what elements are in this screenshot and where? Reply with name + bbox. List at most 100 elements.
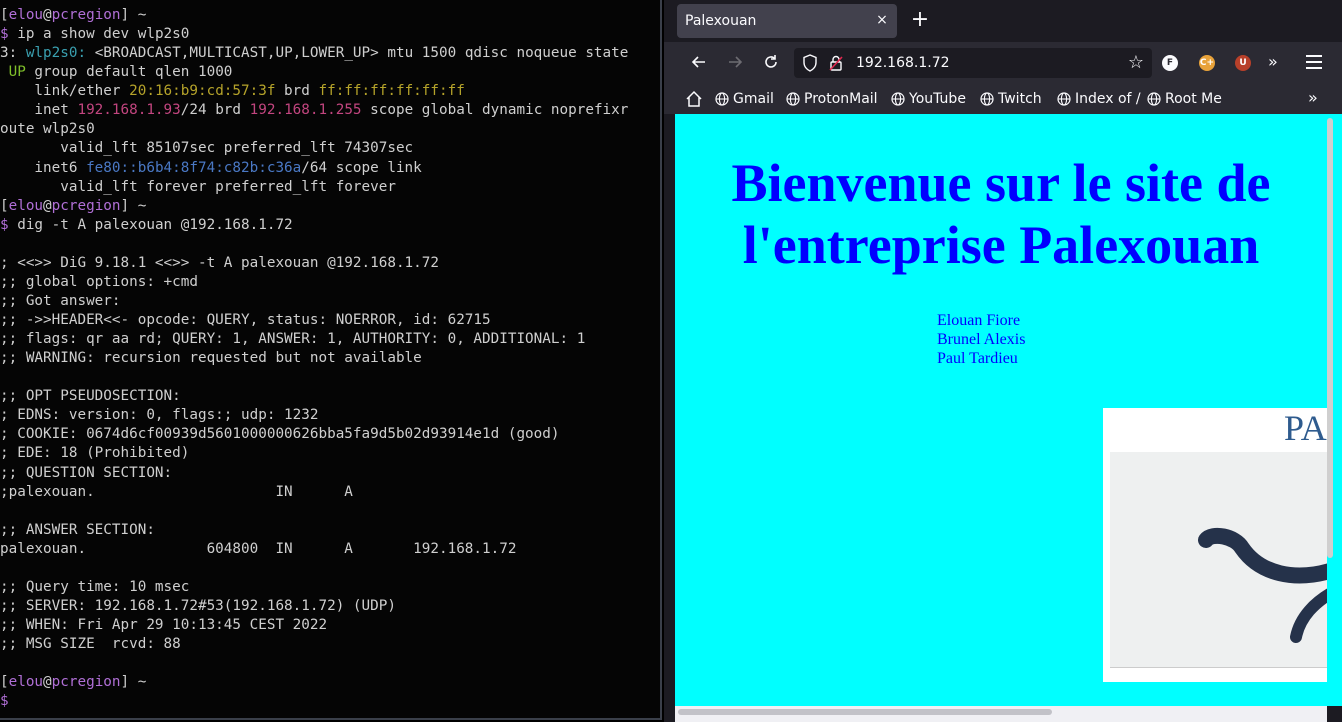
reload-icon — [765, 55, 777, 68]
terminal-text: ff:ff:ff:ff:ff:ff — [318, 83, 465, 100]
terminal-line: valid_lft 85107sec preferred_lft 74307se… — [0, 139, 660, 158]
terminal-text: ; EDE: 18 (Prohibited) — [0, 445, 190, 462]
terminal-line: $ ip a show dev wlp2s0 — [0, 25, 660, 44]
terminal-text: ;; WARNING: recursion requested but not … — [0, 350, 422, 367]
terminal-line: ;; OPT PSEUDOSECTION: — [0, 387, 660, 406]
extension-f-icon[interactable]: F — [1162, 55, 1178, 71]
logo-swoosh-icon — [1198, 527, 1327, 643]
terminal-line: ;; QUESTION SECTION: — [0, 464, 660, 483]
lock-icon[interactable] — [828, 54, 844, 72]
forward-arrow-icon — [729, 56, 743, 68]
logo-image — [1110, 452, 1327, 668]
reload-button[interactable] — [759, 50, 783, 74]
extension-c-icon[interactable]: C+ — [1199, 55, 1215, 71]
bookmark-item[interactable]: Twitch — [980, 90, 1042, 108]
terminal-text: ;; Query time: 10 msec — [0, 578, 190, 595]
overflow-chevron-icon[interactable]: » — [1268, 50, 1278, 74]
bookmark-item[interactable]: Gmail — [715, 90, 774, 108]
terminal-text: elou — [8, 7, 44, 23]
terminal-text: ;; global options: +cmd — [0, 273, 198, 290]
terminal-text: ] ~ — [120, 7, 147, 23]
terminal-text: ;; flags: qr aa rd; QUERY: 1, ANSWER: 1,… — [0, 331, 586, 348]
globe-icon — [1147, 92, 1161, 106]
bookmarks-more-icon[interactable]: » — [1308, 88, 1318, 107]
terminal-text: @ — [43, 7, 52, 23]
globe-icon — [1057, 92, 1071, 106]
terminal-line: valid_lft forever preferred_lft forever — [0, 178, 660, 197]
bookmark-item[interactable]: YouTube — [891, 90, 966, 108]
nav-toolbar: 192.168.1.72 ☆ F C+ U » — [664, 42, 1342, 82]
terminal-line: oute wlp2s0 — [0, 120, 660, 139]
back-arrow-icon — [691, 56, 705, 68]
bookmark-label: ProtonMail — [804, 91, 878, 107]
bookmark-label: YouTube — [909, 91, 966, 107]
bookmark-item[interactable]: Root Me — [1147, 90, 1222, 108]
home-icon[interactable] — [685, 90, 703, 108]
page-content[interactable]: Bienvenue sur le site de l'entreprise Pa… — [675, 114, 1327, 706]
team-member-name: Paul Tardieu — [937, 350, 1018, 367]
terminal-text: ; EDNS: version: 0, flags:; udp: 1232 — [0, 407, 319, 424]
url-bar[interactable]: 192.168.1.72 ☆ — [794, 48, 1152, 78]
bookmark-item[interactable]: ProtonMail — [786, 90, 878, 108]
horizontal-scroll-thumb[interactable] — [678, 709, 1052, 715]
terminal-line: ;; WHEN: Fri Apr 29 10:13:45 CEST 2022 — [0, 616, 660, 635]
terminal-text: ;; Got answer: — [0, 292, 121, 309]
terminal-text: brd — [275, 83, 319, 100]
terminal-line: ; EDE: 18 (Prohibited) — [0, 444, 660, 463]
terminal-line: UP group default qlen 1000 — [0, 63, 660, 82]
terminal-line: [elou@pcregion] ~ — [0, 673, 660, 692]
terminal-text: ] ~ — [120, 674, 147, 691]
terminal-text: ; COOKIE: 0674d6cf00939d5601000000626bba… — [0, 426, 560, 443]
terminal-line: ;; ANSWER SECTION: — [0, 521, 660, 540]
terminal-text: ip a show dev wlp2s0 — [17, 26, 190, 43]
terminal-window[interactable]: [elou@pcregion] ~ $ ip a show dev wlp2s0 3… — [0, 0, 662, 720]
terminal-line: 3: wlp2s0: <BROADCAST,MULTICAST,UP,LOWER… — [0, 44, 660, 63]
terminal-text: 192.168.1.255 — [249, 102, 362, 119]
terminal-text: dig -t A palexouan @192.168.1.72 — [17, 216, 293, 233]
bookmark-label: Root Me — [1165, 91, 1222, 107]
terminal-output: [elou@pcregion] ~ $ ip a show dev wlp2s0 3… — [0, 6, 660, 711]
forward-button[interactable] — [723, 50, 747, 74]
team-names: Elouan Fiore Brunel Alexis Paul Tardieu — [937, 311, 1025, 368]
terminal-line: $ — [0, 692, 660, 711]
browser-window: Palexouan × + 192.168.1.72 ☆ F C+ U » Gm… — [664, 0, 1342, 722]
back-button[interactable] — [687, 50, 711, 74]
shield-icon[interactable] — [802, 54, 818, 72]
terminal-text: oute wlp2s0 — [0, 121, 95, 138]
terminal-line: [elou@pcregion] ~ — [0, 6, 660, 25]
terminal-text: ;; WHEN: Fri Apr 29 10:13:45 CEST 2022 — [0, 617, 328, 633]
vertical-scroll-thumb[interactable] — [1327, 118, 1333, 558]
terminal-text: ;; SERVER: 192.168.1.72#53(192.168.1.72)… — [0, 597, 396, 614]
terminal-text: elou — [8, 197, 44, 214]
terminal-text: $ — [0, 26, 18, 43]
bookmark-item[interactable]: Index of / — [1057, 90, 1141, 108]
terminal-text: valid_lft 85107sec preferred_lft 74307se… — [0, 140, 414, 157]
terminal-line: ; COOKIE: 0674d6cf00939d5601000000626bba… — [0, 425, 660, 444]
terminal-text: @ — [43, 197, 52, 214]
terminal-text: palexouan. 604800 IN A 192.168.1.72 — [0, 540, 517, 557]
terminal-text: group default qlen 1000 — [25, 64, 233, 81]
tab-palexouan[interactable]: Palexouan × — [677, 4, 897, 38]
tab-title: Palexouan — [685, 13, 757, 29]
terminal-text: fe80::b6b4:8f74:c82b:c36a — [86, 159, 302, 176]
terminal-line: ;; SERVER: 192.168.1.72#53(192.168.1.72)… — [0, 597, 660, 616]
close-tab-icon[interactable]: × — [873, 11, 891, 29]
bookmark-star-icon[interactable]: ☆ — [1128, 52, 1144, 74]
team-member-name: Elouan Fiore — [937, 312, 1021, 329]
terminal-text: inet — [0, 102, 78, 119]
globe-icon — [891, 92, 905, 106]
terminal-text: /24 brd — [180, 102, 250, 119]
terminal-line: inet 192.168.1.93/24 brd 192.168.1.255 s… — [0, 101, 660, 120]
url-text[interactable]: 192.168.1.72 — [856, 55, 950, 71]
hamburger-menu-icon[interactable] — [1306, 51, 1322, 71]
extension-ublock-icon[interactable]: U — [1235, 55, 1251, 71]
bookmark-label: Gmail — [733, 91, 774, 107]
terminal-line: ;; MSG SIZE rcvd: 88 — [0, 635, 660, 654]
logo-text: PA — [1284, 408, 1327, 448]
terminal-line: ;; flags: qr aa rd; QUERY: 1, ANSWER: 1,… — [0, 330, 660, 349]
terminal-text: inet6 — [0, 159, 87, 176]
terminal-line: ;; global options: +cmd — [0, 273, 660, 292]
new-tab-button[interactable]: + — [908, 8, 932, 32]
terminal-line: palexouan. 604800 IN A 192.168.1.72 — [0, 540, 660, 559]
terminal-text: wlp2s0: — [25, 45, 87, 62]
